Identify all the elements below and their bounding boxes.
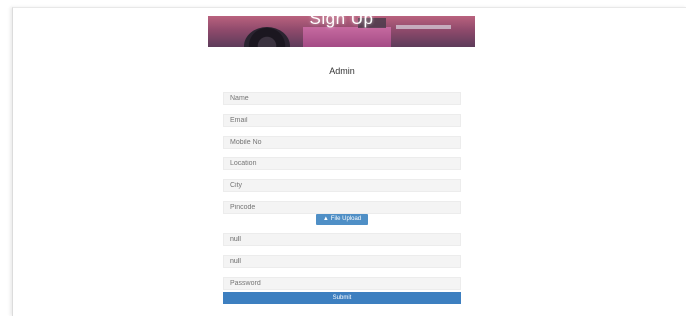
user-field-input[interactable]: [223, 255, 461, 268]
tractor-body-image: [303, 27, 391, 47]
pincode-input[interactable]: [223, 201, 461, 214]
email-input[interactable]: [223, 114, 461, 127]
file-upload-button[interactable]: ▲ File Upload: [316, 214, 368, 225]
tractor-wheel-image: [244, 27, 290, 47]
mobile-input[interactable]: [223, 136, 461, 149]
name-input[interactable]: [223, 92, 461, 105]
signup-banner: Sign Up: [208, 16, 475, 47]
form-heading: Admin: [329, 66, 355, 76]
username-input[interactable]: [223, 233, 461, 246]
submit-button[interactable]: Submit: [223, 292, 461, 304]
city-input[interactable]: [223, 179, 461, 192]
upload-icon: ▲: [322, 216, 329, 222]
location-input[interactable]: [223, 157, 461, 170]
password-input[interactable]: [223, 277, 461, 290]
banner-title: Sign Up: [309, 16, 374, 28]
file-upload-label: File Upload: [330, 216, 362, 222]
